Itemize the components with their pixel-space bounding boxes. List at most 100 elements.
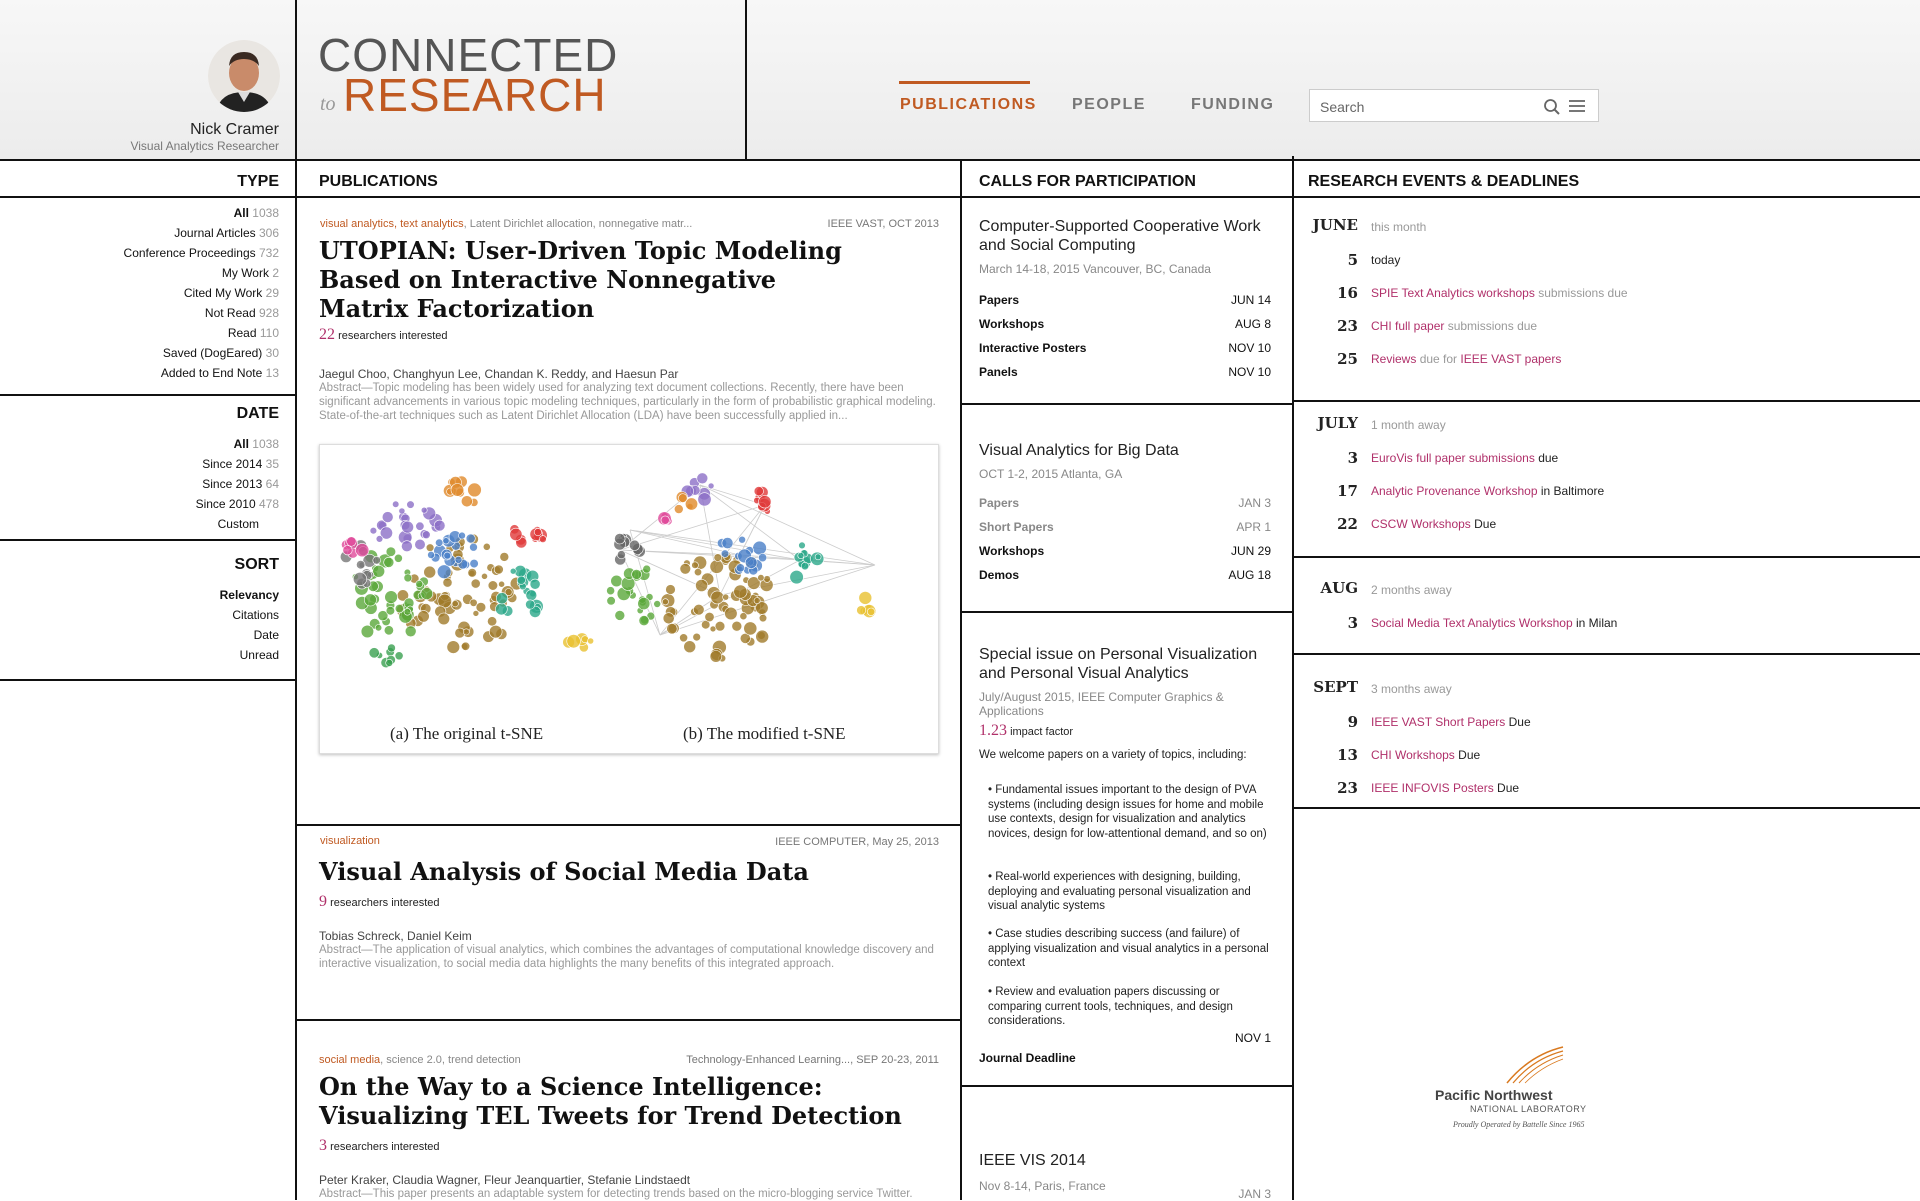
scatter-point (662, 612, 675, 625)
filter-type-endnote[interactable]: Added to End Note 13 (124, 363, 279, 383)
cfp-deadline-row: Panels NOV 10 (979, 365, 1271, 379)
nav-publications[interactable]: PUBLICATIONS (900, 96, 1037, 114)
sponsor-logo[interactable]: Pacific Northwest NATIONAL LABORATORY Pr… (1430, 1045, 1610, 1135)
filter-type-journal[interactable]: Journal Articles 306 (124, 223, 279, 243)
scatter-point (465, 533, 476, 544)
filter-type-my-work[interactable]: My Work 2 (124, 263, 279, 283)
cfp-deadline-row: Short Papers APR 1 (979, 520, 1271, 534)
event-item[interactable]: Social Media Text Analytics Workshop in … (1371, 616, 1617, 630)
scatter-point (720, 549, 730, 558)
pub-tags[interactable]: social media, science 2.0, trend detecti… (319, 1054, 521, 1066)
pub-title[interactable]: Visual Analysis of Social Media Data (319, 857, 939, 886)
nav-funding[interactable]: FUNDING (1191, 96, 1274, 114)
scatter-point (757, 574, 765, 582)
event-day: 9 (1347, 713, 1358, 731)
filter-date-all[interactable]: All 1038 (196, 434, 279, 454)
pub-figure[interactable]: (a) The original t-SNE (b) The modified … (319, 444, 939, 754)
sort-date[interactable]: Date (220, 625, 279, 645)
cfp-title[interactable]: Special issue on Personal Visualization … (979, 645, 1279, 683)
scatter-point (628, 539, 640, 551)
sort-citations[interactable]: Citations (220, 605, 279, 625)
pub-title[interactable]: On the Way to a Science Intelligence: Vi… (319, 1072, 949, 1130)
filter-type-saved[interactable]: Saved (DogEared) 30 (124, 343, 279, 363)
filter-type-conference[interactable]: Conference Proceedings 732 (124, 243, 279, 263)
event-day: 22 (1337, 515, 1358, 533)
scatter-point (710, 590, 725, 605)
pub-authors: Jaegul Choo, Changhyun Lee, Chandan K. R… (319, 367, 679, 381)
menu-icon[interactable] (1569, 99, 1585, 113)
event-item[interactable]: IEEE VAST Short Papers Due (1371, 715, 1531, 729)
scatter-point (372, 556, 381, 565)
scatter-point (374, 624, 383, 632)
nav-people[interactable]: PEOPLE (1072, 96, 1146, 114)
scatter-point (406, 500, 415, 509)
scatter-point (487, 580, 498, 591)
filter-date-2010[interactable]: Since 2010 478 (196, 494, 279, 514)
user-name[interactable]: Nick Cramer (190, 121, 279, 139)
scatter-point (495, 602, 508, 616)
search-icon[interactable] (1543, 98, 1561, 116)
scatter-point (858, 591, 873, 605)
scatter-point (616, 550, 626, 560)
pub-venue: IEEE COMPUTER, May 25, 2013 (775, 836, 939, 848)
divider (0, 539, 297, 541)
search-box[interactable]: Search (1309, 89, 1599, 122)
cfp-bullet: • Review and evaluation papers discussin… (988, 986, 1233, 1027)
filter-type-not-read[interactable]: Not Read 928 (124, 303, 279, 323)
scatter-point (745, 556, 758, 569)
filter-type-list: All 1038 Journal Articles 306 Conference… (124, 203, 279, 383)
divider (1294, 807, 1920, 809)
divider (1294, 400, 1920, 402)
search-input[interactable]: Search (1320, 99, 1364, 115)
scatter-point (753, 597, 761, 604)
scatter-point (372, 565, 386, 578)
scatter-point (610, 574, 623, 588)
event-item[interactable]: CHI Workshops Due (1371, 748, 1480, 762)
sponsor-sub: NATIONAL LABORATORY (1470, 1104, 1587, 1114)
filter-date-custom[interactable]: Custom (196, 514, 279, 534)
event-day: 23 (1337, 779, 1358, 797)
pub-title[interactable]: UTOPIAN: User-Driven Topic Modeling Base… (319, 236, 859, 323)
event-item[interactable]: CSCW Workshops Due (1371, 517, 1496, 531)
scatter-point (752, 540, 767, 556)
event-month-note: this month (1371, 220, 1427, 234)
sort-relevancy[interactable]: Relevancy (220, 585, 279, 605)
filter-type-read[interactable]: Read 110 (124, 323, 279, 343)
event-item[interactable]: IEEE INFOVIS Posters Due (1371, 781, 1519, 795)
event-item[interactable]: Analytic Provenance Workshop in Baltimor… (1371, 484, 1604, 498)
scatter-point (383, 625, 394, 636)
scatter-point (346, 536, 357, 547)
scatter-point (462, 628, 470, 636)
filter-type-all[interactable]: All 1038 (124, 203, 279, 223)
divider (0, 679, 297, 681)
filter-type-cited[interactable]: Cited My Work 29 (124, 283, 279, 303)
sort-heading: SORT (234, 556, 279, 573)
scatter-point (415, 521, 425, 531)
scatter-point (394, 651, 404, 661)
sponsor-tagline: Proudly Operated by Battelle Since 1965 (1453, 1120, 1585, 1129)
scatter-point (364, 593, 377, 607)
scatter-point (743, 621, 758, 636)
scatter-point (385, 606, 395, 616)
filter-date-2013[interactable]: Since 2013 64 (196, 474, 279, 494)
pub-tags[interactable]: visual analytics, text analytics, Latent… (320, 218, 692, 230)
event-item[interactable]: EuroVis full paper submissions due (1371, 451, 1558, 465)
event-item[interactable]: Reviews due for IEEE VAST papers (1371, 352, 1561, 366)
filter-date-2014[interactable]: Since 2014 35 (196, 454, 279, 474)
user-avatar[interactable] (208, 40, 280, 112)
scatter-point (461, 641, 471, 651)
scatter-point (631, 569, 642, 580)
scatter-point (614, 533, 626, 545)
cfp-title[interactable]: Visual Analytics for Big Data (979, 441, 1279, 460)
scatter-point (722, 593, 730, 601)
event-item[interactable]: SPIE Text Analytics workshops submission… (1371, 286, 1628, 300)
filter-date-heading: DATE (236, 405, 279, 422)
pub-tags[interactable]: visualization (320, 835, 380, 847)
scatter-point (385, 658, 394, 667)
sort-unread[interactable]: Unread (220, 645, 279, 665)
divider (0, 394, 297, 396)
logo-research[interactable]: RESEARCH (343, 70, 607, 120)
event-item[interactable]: CHI full paper submissions due (1371, 319, 1537, 333)
cfp-title[interactable]: IEEE VIS 2014 (979, 1151, 1279, 1170)
cfp-title[interactable]: Computer-Supported Cooperative Work and … (979, 217, 1279, 255)
